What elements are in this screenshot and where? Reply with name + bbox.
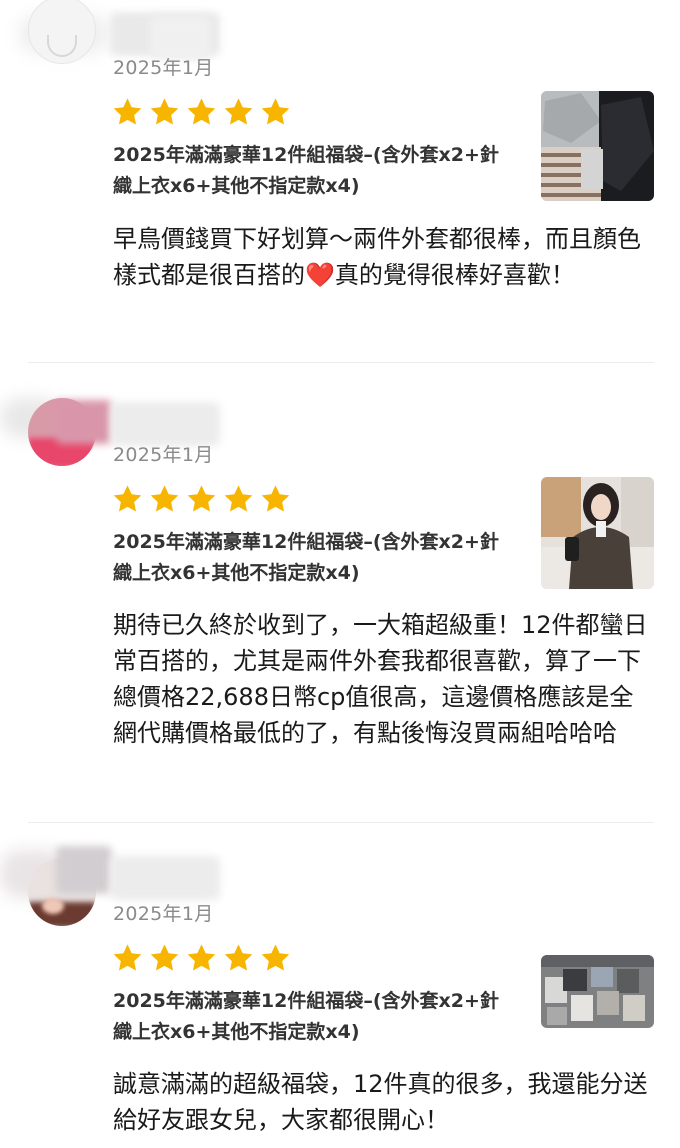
divider bbox=[28, 362, 654, 363]
blurred-username bbox=[56, 400, 112, 444]
blurred-username bbox=[56, 846, 112, 894]
review-comment: 期待已久終於收到了，一大箱超級重！12件都蠻日常百搭的，尤其是兩件外套我都很喜歡… bbox=[113, 611, 648, 747]
product-variant: 2025年滿滿豪華12件組福袋–(含外套x2+針織上衣x6+其他不指定款x4) bbox=[113, 531, 499, 584]
avatar[interactable] bbox=[28, 0, 96, 64]
star-icon bbox=[111, 96, 144, 128]
star-rating bbox=[111, 942, 292, 974]
star-rating bbox=[111, 96, 292, 128]
star-icon bbox=[222, 96, 255, 128]
star-icon bbox=[185, 942, 218, 974]
star-icon bbox=[222, 942, 255, 974]
review-date: 2025年1月 bbox=[113, 444, 214, 466]
review-photo[interactable] bbox=[541, 477, 654, 589]
star-icon bbox=[148, 96, 181, 128]
review-date: 2025年1月 bbox=[113, 57, 214, 79]
divider bbox=[28, 822, 654, 823]
product-variant: 2025年滿滿豪華12件組福袋–(含外套x2+針織上衣x6+其他不指定款x4) bbox=[113, 990, 499, 1043]
review-comment: 誠意滿滿的超級福袋，12件真的很多，我還能分送給好友跟女兒，大家都很開心！ bbox=[113, 1070, 648, 1134]
star-icon bbox=[111, 483, 144, 515]
star-icon bbox=[259, 96, 292, 128]
star-icon bbox=[148, 483, 181, 515]
comment-text: 真的覺得很棒好喜歡！ bbox=[334, 261, 575, 289]
star-icon bbox=[222, 483, 255, 515]
blurred-username bbox=[110, 856, 220, 900]
star-icon bbox=[259, 483, 292, 515]
product-variant: 2025年滿滿豪華12件組福袋–(含外套x2+針織上衣x6+其他不指定款x4) bbox=[113, 144, 499, 197]
heart-icon: ❤️ bbox=[305, 261, 335, 289]
review-comment: 早鳥價錢買下好划算～兩件外套都很棒，而且顏色樣式都是很百搭的❤️真的覺得很棒好喜… bbox=[113, 221, 653, 293]
review-photo[interactable] bbox=[541, 91, 654, 201]
star-icon bbox=[185, 483, 218, 515]
review-date: 2025年1月 bbox=[113, 903, 214, 925]
star-icon bbox=[259, 942, 292, 974]
star-icon bbox=[111, 942, 144, 974]
star-icon bbox=[148, 942, 181, 974]
star-icon bbox=[185, 96, 218, 128]
star-rating bbox=[111, 483, 292, 515]
review-photo[interactable] bbox=[541, 955, 654, 1028]
